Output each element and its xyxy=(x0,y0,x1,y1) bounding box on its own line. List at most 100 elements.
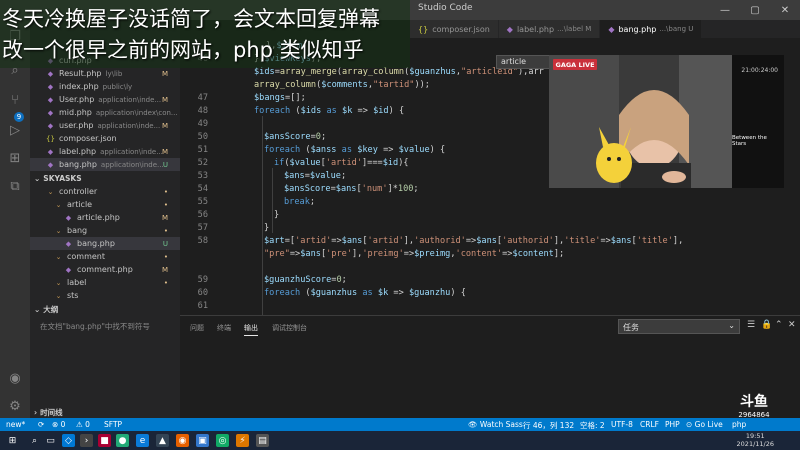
code-line[interactable] xyxy=(180,261,800,274)
minimize-button[interactable]: — xyxy=(710,0,740,20)
errors-count[interactable]: ⊗ 0 xyxy=(52,420,65,429)
terminal-taskbar-icon[interactable]: › xyxy=(80,434,93,447)
file-name: article xyxy=(67,200,93,209)
watch-sass-button[interactable]: 👁 Watch Sass xyxy=(468,420,523,429)
outline-header[interactable]: ⌄ 大纲 xyxy=(30,303,180,316)
encoding[interactable]: UTF-8 xyxy=(611,420,633,429)
php-file-icon: ◆ xyxy=(47,108,54,117)
code-line[interactable]: 55 break; xyxy=(180,196,800,209)
code-line[interactable]: 60 foreach ($guanzhus as $k => $guanzhu) … xyxy=(180,287,800,300)
code-line[interactable]: "pre"=>$ans['pre'],'preimg'=>$preimg,'co… xyxy=(180,248,800,261)
line-number: 49 xyxy=(197,119,208,129)
chrome-taskbar-icon[interactable]: ● xyxy=(116,434,129,447)
close-panel-icon[interactable]: ✕ xyxy=(788,320,796,330)
maximize-button[interactable]: ▢ xyxy=(740,0,770,20)
code-line[interactable]: 56} xyxy=(180,209,800,222)
sftp-status[interactable]: SFTP xyxy=(104,420,122,429)
code-line[interactable]: 58 $art=['artid'=>$ans['artid'],'authorid… xyxy=(180,235,800,248)
maximize-panel-icon[interactable]: ⌃ xyxy=(775,320,783,330)
tab-label-php[interactable]: ◆ label.php ...\label M xyxy=(498,20,601,38)
extensions-icon[interactable]: ⊞ xyxy=(5,148,25,168)
line-number: 61 xyxy=(197,301,208,311)
php-version[interactable]: php xyxy=(732,420,746,429)
tab-bang-php[interactable]: ◆ bang.php ...\bang U xyxy=(600,20,703,38)
code-line[interactable]: 61 xyxy=(180,300,800,313)
firefox-taskbar-icon[interactable]: ◉ xyxy=(176,434,189,447)
windows-start-icon[interactable]: ⊞ xyxy=(6,434,19,447)
tree-folder[interactable]: ⌄ comment • xyxy=(30,250,180,263)
language-mode[interactable]: PHP xyxy=(665,420,680,429)
line-number: 50 xyxy=(197,132,208,142)
edge-taskbar-icon[interactable]: e xyxy=(136,434,149,447)
tab-terminal[interactable]: 终端 xyxy=(217,323,231,333)
tree-folder[interactable]: ⌄ sts xyxy=(30,289,180,302)
open-editor-item[interactable]: ◆ label.php application\inde... M xyxy=(30,145,180,158)
sync-icon[interactable]: ⟳ xyxy=(38,420,44,429)
settings-gear-icon[interactable]: ⚙ xyxy=(5,396,25,416)
tab-problems[interactable]: 问题 xyxy=(190,323,204,333)
php-file-icon: ◆ xyxy=(47,147,54,156)
git-status: • xyxy=(163,252,168,261)
code-text: break; xyxy=(284,197,316,207)
close-button[interactable]: ✕ xyxy=(770,0,800,20)
go-live-button[interactable]: ⊙ Go Live xyxy=(686,420,723,429)
open-editor-item[interactable]: ◆ user.php application\inde... M xyxy=(30,119,180,132)
timeline-title: 时间线 xyxy=(40,408,63,417)
git-branch[interactable]: new* xyxy=(6,420,25,429)
open-editor-item[interactable]: ◆ index.php public\ly xyxy=(30,80,180,93)
open-editor-item[interactable]: ◆ Result.php ly\lib M xyxy=(30,67,180,80)
git-status: • xyxy=(163,200,168,209)
line-endings[interactable]: CRLF xyxy=(640,420,659,429)
tree-file[interactable]: ◆ comment.php M xyxy=(30,263,180,276)
code-line[interactable]: 59 $guanzhuScore=0; xyxy=(180,274,800,287)
chevron-down-icon: ⌄ xyxy=(47,187,54,196)
subtitle-line-2: 改一个很早之前的网站，php 类似知乎 xyxy=(2,38,364,62)
tab-composer-json[interactable]: {} composer.json xyxy=(410,20,499,38)
project-header[interactable]: ⌄ SKYASKS xyxy=(30,172,180,185)
indentation[interactable]: 空格: 2 xyxy=(580,420,605,431)
app-taskbar-icon[interactable]: ⚡ xyxy=(236,434,249,447)
git-status: • xyxy=(163,187,168,196)
output-channel-select[interactable]: 任务 ⌄ xyxy=(618,319,740,334)
tab-debug-console[interactable]: 调试控制台 xyxy=(272,323,307,333)
tree-folder[interactable]: ⌄ label • xyxy=(30,276,180,289)
open-editor-item[interactable]: ◆ mid.php application\index\con... xyxy=(30,106,180,119)
warnings-count[interactable]: ⚠ 0 xyxy=(76,420,90,429)
open-editor-item[interactable]: {} composer.json xyxy=(30,132,180,145)
tree-file[interactable]: ◆ bang.php U xyxy=(30,237,180,250)
lock-icon[interactable]: 🔒 xyxy=(761,320,772,330)
system-clock[interactable]: 19:51 2021/11/26 xyxy=(737,432,774,448)
outline-empty-message: 在文档"bang.php"中找不到符号 xyxy=(40,322,150,331)
remote-icon[interactable]: ⧉ xyxy=(5,176,25,196)
tree-folder[interactable]: ⌄ controller • xyxy=(30,185,180,198)
vscode-taskbar-icon[interactable]: ◇ xyxy=(62,434,75,447)
run-debug-icon[interactable]: ▷ xyxy=(5,120,25,140)
app-taskbar-icon[interactable]: ■ xyxy=(98,434,111,447)
open-editor-item[interactable]: ◆ User.php application\inde... M xyxy=(30,93,180,106)
tab-output[interactable]: 输出 xyxy=(244,323,258,336)
tree-folder[interactable]: ⌄ article • xyxy=(30,198,180,211)
file-name: bang.php xyxy=(59,160,97,169)
webcam-overlay: GAGA LIVE 21:00:24:00 Between the Stars xyxy=(549,55,784,188)
tree-folder[interactable]: ⌄ bang • xyxy=(30,224,180,237)
app-taskbar-icon[interactable]: ▣ xyxy=(196,434,209,447)
music-caption: Between the Stars xyxy=(732,135,767,147)
clear-output-icon[interactable]: ☰ xyxy=(747,320,755,330)
wechat-taskbar-icon[interactable]: ◎ xyxy=(216,434,229,447)
open-editor-item[interactable]: ◆ bang.php application\inde... U xyxy=(30,158,180,171)
app-taskbar-icon[interactable]: ▲ xyxy=(156,434,169,447)
cursor-position[interactable]: 行 46，列 132 xyxy=(523,420,574,431)
git-status: M xyxy=(161,69,168,78)
tree-file[interactable]: ◆ article.php M xyxy=(30,211,180,224)
code-line[interactable]: 57} xyxy=(180,222,800,235)
code-text: $ans=$value; xyxy=(284,171,347,181)
line-number: 55 xyxy=(197,197,208,207)
source-control-icon[interactable]: ⑂ xyxy=(5,90,25,110)
account-icon[interactable]: ◉ xyxy=(5,368,25,388)
search-icon[interactable]: ⌕ xyxy=(28,434,41,447)
task-view-icon[interactable]: ▭ xyxy=(44,434,57,447)
line-number: 54 xyxy=(197,184,208,194)
code-text: $guanzhuScore=0; xyxy=(264,275,347,285)
app-taskbar-icon[interactable]: ▤ xyxy=(256,434,269,447)
file-name: label.php xyxy=(59,147,97,156)
